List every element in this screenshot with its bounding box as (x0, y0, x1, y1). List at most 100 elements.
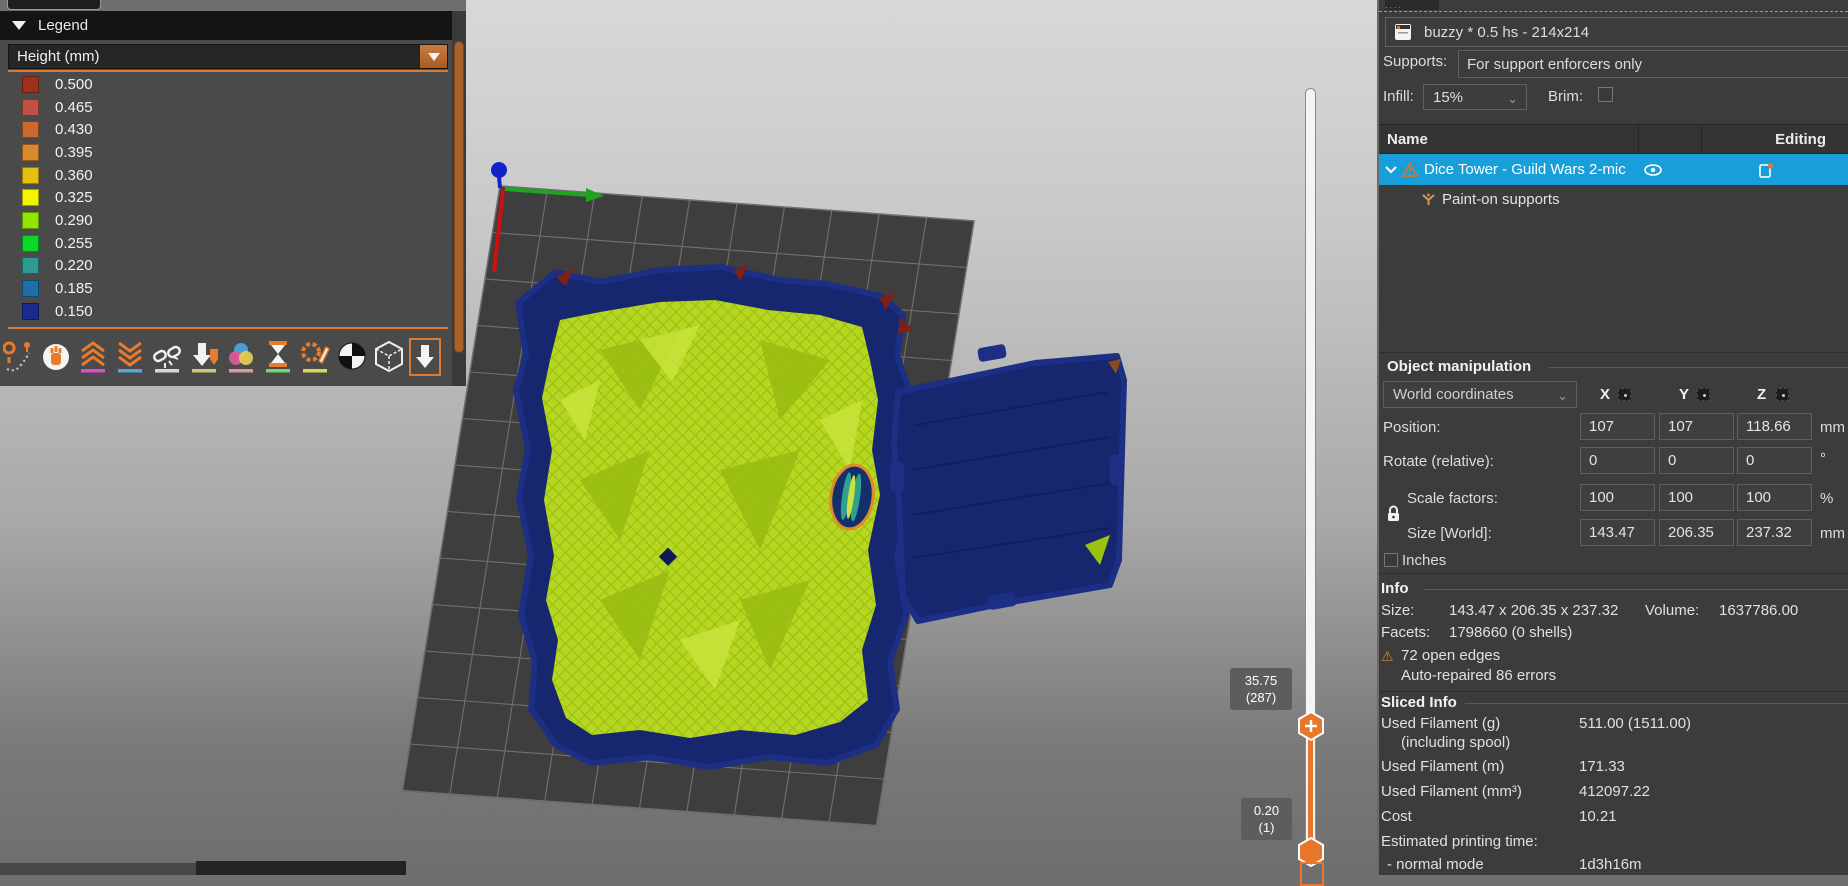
chevron-down-icon (427, 52, 440, 61)
info-volume-value: 1637786.00 (1719, 602, 1799, 619)
supports-dropdown[interactable]: For support enforcers only (1458, 50, 1848, 78)
axis-chip-x[interactable] (1618, 388, 1631, 401)
collapse-legend-button[interactable] (409, 338, 441, 376)
position-label: Position: (1383, 419, 1441, 436)
collapsed-top-button[interactable] (7, 0, 101, 10)
legend-item: 0.465 (8, 96, 448, 119)
rotate-z-field[interactable]: 0 (1737, 447, 1812, 474)
color-swatch (22, 211, 39, 229)
column-name[interactable]: Name (1379, 125, 1639, 153)
rotate-unit: ° (1820, 450, 1826, 467)
pause-prints-icon[interactable] (261, 337, 295, 377)
size-y-field[interactable]: 206.35 (1659, 519, 1734, 546)
size-x-field[interactable]: 143.47 (1580, 519, 1655, 546)
tool-changes-icon[interactable] (187, 337, 221, 377)
axis-chip-y[interactable] (1697, 388, 1710, 401)
paint-on-supports-label: Paint-on supports (1442, 190, 1560, 208)
edit-layers-icon[interactable] (1758, 162, 1774, 178)
seams-icon[interactable] (150, 337, 184, 377)
position-z-field[interactable]: 118.66 (1737, 413, 1812, 440)
scale-y-field[interactable]: 100 (1659, 484, 1734, 511)
position-y-field[interactable]: 107 (1659, 413, 1734, 440)
legend-title: Legend (38, 17, 89, 34)
inches-label: Inches (1402, 552, 1447, 569)
legend-panel: Legend Height (mm) 0.500 0.465 0.430 0.3… (0, 11, 466, 386)
axis-header-x: X (1600, 386, 1611, 403)
scale-x-field[interactable]: 100 (1580, 484, 1655, 511)
filament-g-value: 511.00 (1511.00) (1579, 715, 1692, 732)
color-swatch (22, 98, 39, 116)
color-swatch (22, 166, 39, 184)
legend-item: 0.500 (8, 73, 448, 96)
model-object[interactable] (513, 264, 1127, 770)
custom-gcodes-icon[interactable] (298, 337, 332, 377)
axis-header-y: Y (1679, 386, 1690, 403)
rotate-y-field[interactable]: 0 (1659, 447, 1734, 474)
one-layer-mode-button[interactable] (1300, 862, 1324, 886)
infill-dropdown[interactable]: 15% ⌄ (1423, 84, 1527, 110)
truncated-printer-section: .... (1385, 0, 1439, 10)
sliced-info-title: Sliced Info (1381, 694, 1457, 711)
coordinates-dropdown[interactable]: World coordinates ⌄ (1383, 381, 1577, 408)
object-name: Dice Tower - Guild Wars 2-mic (1424, 161, 1626, 178)
printer-name: buzzy * 0.5 hs - 214x214 (1424, 23, 1590, 41)
wipe-icon[interactable] (39, 337, 73, 377)
color-swatch (22, 234, 39, 252)
divider (1423, 589, 1848, 590)
filament-m-value: 171.33 (1579, 758, 1625, 775)
scrollbar-thumb[interactable] (454, 41, 464, 353)
object-list-row-selected[interactable]: Dice Tower - Guild Wars 2-mic (1379, 154, 1848, 185)
inches-checkbox[interactable] (1384, 553, 1398, 567)
printer-selector[interactable]: buzzy * 0.5 hs - 214x214 (1385, 17, 1848, 47)
center-of-gravity-icon[interactable] (335, 337, 369, 377)
travel-icon[interactable] (2, 337, 36, 377)
expand-chevron-icon[interactable] (1385, 165, 1397, 174)
lock-icon[interactable] (1386, 505, 1401, 527)
view-type-label: Height (mm) (17, 48, 100, 65)
paint-on-supports-row[interactable]: Paint-on supports (1379, 185, 1848, 213)
cost-label: Cost (1381, 808, 1412, 825)
position-unit: mm (1820, 419, 1845, 436)
color-swatch (22, 302, 39, 320)
lower-layer-tooltip: 0.20 (1) (1241, 798, 1292, 840)
shells-icon[interactable] (372, 337, 406, 377)
legend-item: 0.360 (8, 164, 448, 187)
print-time-label: Estimated printing time: (1381, 833, 1538, 850)
view-type-dropdown[interactable]: Height (mm) (8, 44, 448, 69)
retractions-icon[interactable] (76, 337, 110, 377)
brim-checkbox[interactable] (1598, 87, 1613, 102)
info-title: Info (1381, 580, 1409, 597)
size-z-field[interactable]: 237.32 (1737, 519, 1812, 546)
auto-repaired-text: Auto-repaired 86 errors (1401, 667, 1557, 684)
upper-layer-handle[interactable] (1298, 710, 1324, 742)
dropdown-arrow-button[interactable] (420, 45, 447, 68)
layer-slider-range[interactable] (1308, 726, 1313, 852)
top-strip (0, 0, 466, 11)
column-editing[interactable]: Editing (1702, 125, 1848, 153)
open-edges-text: 72 open edges (1401, 647, 1501, 664)
infill-value: 15% (1433, 88, 1464, 106)
divider (1549, 367, 1848, 368)
filament-m-label: Used Filament (m) (1381, 758, 1505, 775)
filament-mm3-value: 412097.22 (1579, 783, 1650, 800)
divider (1379, 573, 1848, 574)
eye-icon[interactable] (1644, 163, 1662, 176)
position-x-field[interactable]: 107 (1580, 413, 1655, 440)
normal-mode-label: - normal mode (1387, 856, 1484, 873)
filament-mm3-label: Used Filament (mm³) (1381, 783, 1522, 800)
legend-scrollbar[interactable] (452, 11, 466, 386)
axis-header-z: Z (1757, 386, 1767, 403)
legend-item: 0.395 (8, 141, 448, 164)
bottom-toolbar-fragment (0, 863, 196, 875)
rotate-label: Rotate (relative): (1383, 453, 1494, 470)
scale-z-field[interactable]: 100 (1737, 484, 1812, 511)
dashed-separator (1379, 11, 1848, 12)
axis-chip-z[interactable] (1776, 388, 1789, 401)
info-facets-value: 1798660 (0 shells) (1449, 624, 1573, 641)
rotate-x-field[interactable]: 0 (1580, 447, 1655, 474)
legend-titlebar[interactable]: Legend (0, 11, 452, 40)
collapse-triangle-icon[interactable] (12, 21, 26, 30)
color-changes-icon[interactable] (224, 337, 258, 377)
deretractions-icon[interactable] (113, 337, 147, 377)
legend-item: 0.150 (8, 300, 448, 323)
